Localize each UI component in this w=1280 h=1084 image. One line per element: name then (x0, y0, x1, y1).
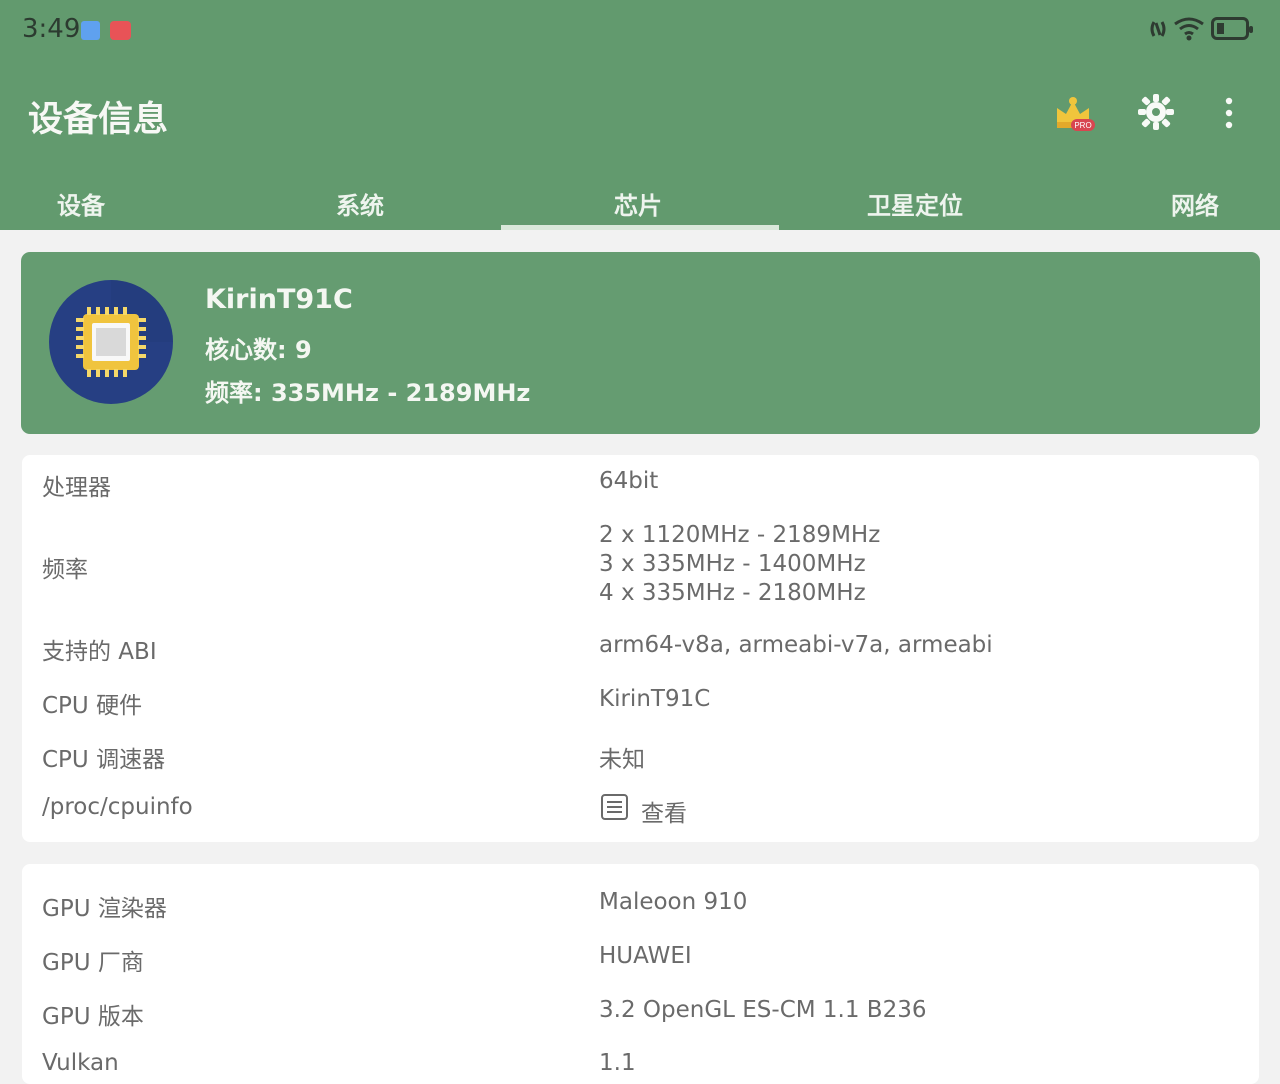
frequency-value-3: 4 x 335MHz - 2180MHz (599, 580, 866, 606)
vulkan-label: Vulkan (42, 1050, 119, 1076)
active-tab-indicator (501, 225, 779, 230)
svg-text:PRO: PRO (1074, 121, 1091, 130)
vulkan-value: 1.1 (599, 1050, 636, 1076)
settings-gear-icon[interactable] (1136, 92, 1176, 132)
gpu-version-value: 3.2 OpenGL ES-CM 1.1 B236 (599, 997, 927, 1023)
cpu-hardware-value: KirinT91C (599, 686, 711, 712)
tab-network[interactable]: 网络 (1171, 186, 1219, 221)
cpu-governor-value: 未知 (599, 747, 645, 773)
status-time: 3:49 (22, 14, 81, 44)
tab-system[interactable]: 系统 (336, 186, 384, 221)
tab-device[interactable]: 设备 (57, 186, 105, 221)
cpu-chip-icon (49, 280, 173, 404)
cpu-hardware-label: CPU 硬件 (42, 693, 143, 719)
page-title: 设备信息 (28, 100, 169, 140)
chip-frequency: 频率: 335MHz - 2189MHz (205, 379, 531, 407)
gpu-vendor-label: GPU 厂商 (42, 950, 144, 976)
view-cpuinfo-button[interactable]: 查看 (641, 794, 687, 828)
frequency-value-1: 2 x 1120MHz - 2189MHz (599, 522, 881, 548)
nfc-icon (1150, 21, 1166, 37)
gpu-version-label: GPU 版本 (42, 1004, 144, 1030)
cpuinfo-label: /proc/cpuinfo (42, 794, 193, 820)
abi-label: 支持的 ABI (42, 639, 157, 665)
battery-icon (1211, 17, 1253, 40)
tab-chip[interactable]: 芯片 (614, 186, 662, 221)
gpu-vendor-value: HUAWEI (599, 943, 692, 969)
frequency-label: 频率 (42, 557, 88, 583)
notification-icon (110, 21, 131, 40)
wifi-icon (1174, 17, 1204, 41)
processor-label: 处理器 (42, 475, 111, 501)
tab-gnss[interactable]: 卫星定位 (867, 186, 963, 221)
document-icon[interactable] (600, 793, 629, 821)
frequency-value-2: 3 x 335MHz - 1400MHz (599, 551, 866, 577)
abi-value: arm64-v8a, armeabi-v7a, armeabi (599, 632, 993, 658)
more-vert-icon[interactable] (1219, 95, 1239, 131)
notification-icon (81, 21, 100, 40)
chip-cores: 核心数: 9 (205, 336, 312, 364)
crown-pro-icon[interactable]: PRO (1049, 91, 1097, 139)
gpu-renderer-value: Maleoon 910 (599, 889, 748, 915)
processor-value: 64bit (599, 468, 659, 494)
cpu-governor-label: CPU 调速器 (42, 747, 166, 773)
gpu-renderer-label: GPU 渲染器 (42, 896, 167, 922)
chip-name: KirinT91C (205, 284, 353, 315)
tab-bar: 设备 系统 芯片 卫星定位 网络 (0, 170, 1280, 230)
